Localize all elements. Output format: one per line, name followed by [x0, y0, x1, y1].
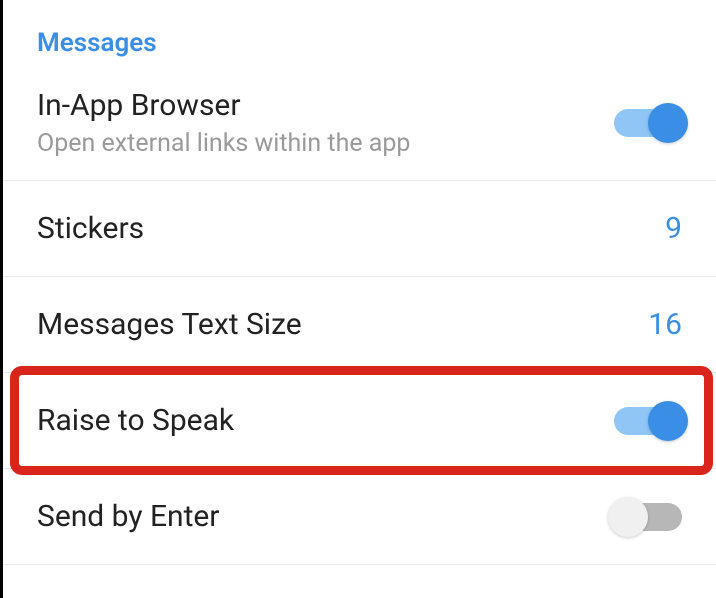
- setting-stickers[interactable]: Stickers 9: [3, 181, 716, 277]
- setting-value: 16: [648, 307, 682, 342]
- setting-send-by-enter[interactable]: Send by Enter: [3, 469, 716, 565]
- setting-title: In-App Browser: [37, 88, 410, 123]
- setting-title: Raise to Speak: [37, 403, 234, 438]
- setting-text-size[interactable]: Messages Text Size 16: [3, 277, 716, 373]
- setting-title: Send by Enter: [37, 499, 219, 534]
- settings-panel: Messages In-App Browser Open external li…: [0, 0, 716, 598]
- setting-subtitle: Open external links within the app: [37, 129, 410, 158]
- setting-raise-to-speak[interactable]: Raise to Speak: [3, 373, 716, 469]
- toggle-raise-to-speak[interactable]: [614, 407, 682, 435]
- setting-title: Messages Text Size: [37, 307, 302, 342]
- toggle-in-app-browser[interactable]: [614, 109, 682, 137]
- setting-text-group: In-App Browser Open external links withi…: [37, 88, 410, 158]
- setting-in-app-browser[interactable]: In-App Browser Open external links withi…: [3, 76, 716, 181]
- setting-title: Stickers: [37, 211, 144, 246]
- toggle-knob: [648, 401, 688, 441]
- setting-value: 9: [665, 211, 682, 246]
- toggle-send-by-enter[interactable]: [614, 503, 682, 531]
- toggle-knob: [608, 497, 648, 537]
- section-header-messages: Messages: [3, 0, 716, 76]
- toggle-knob: [648, 103, 688, 143]
